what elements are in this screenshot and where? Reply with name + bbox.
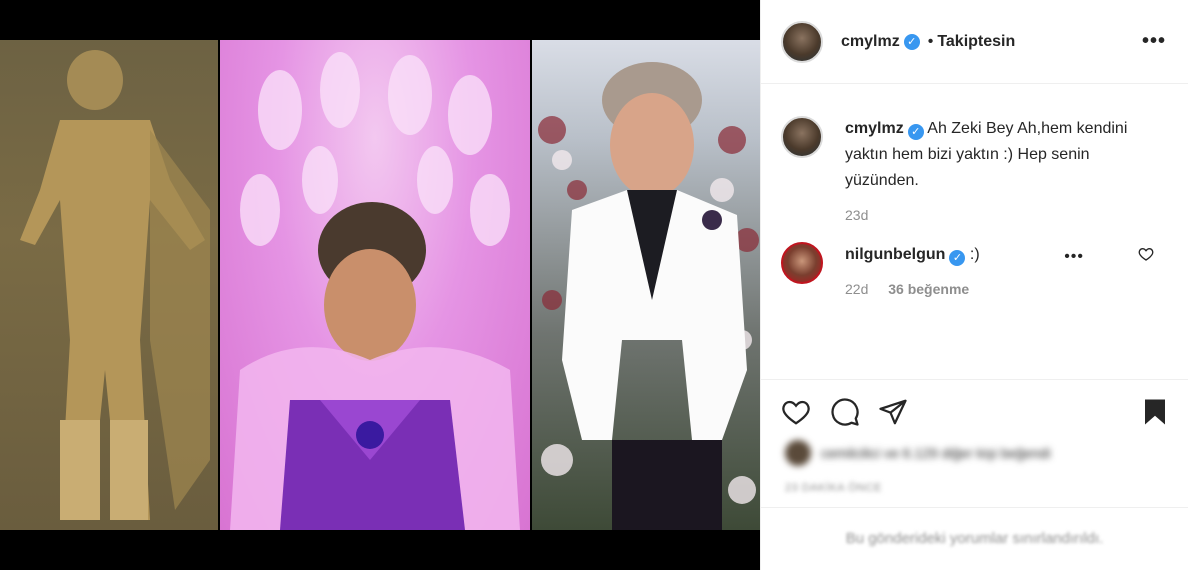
footer-divider [761, 507, 1188, 508]
author-avatar[interactable] [781, 20, 823, 63]
following-status[interactable]: Takiptesin [937, 33, 1015, 51]
post-time: 23 DAKİKA ÖNCE [785, 482, 882, 494]
comment-text: :) [969, 246, 980, 263]
gold-costume-illustration [20, 50, 210, 520]
share-icon[interactable] [877, 397, 909, 427]
comment-more-options-icon[interactable]: ••• [1064, 248, 1084, 266]
caption-username[interactable]: cmylmz [845, 120, 904, 137]
comment-meta: 22d 36 beğenme [845, 280, 1135, 298]
comment-time: 22d [845, 281, 869, 297]
commenter-avatar[interactable] [781, 242, 823, 284]
comment-icon[interactable] [829, 397, 861, 427]
caption-meta: 23d [845, 206, 1135, 224]
more-options-icon[interactable]: ••• [1142, 30, 1166, 53]
caption-comment: cmylmz ✓ Ah Zeki Bey Ah,hem kendini yaktı… [781, 116, 1168, 224]
post-header: cmylmz ✓ • Takiptesin ••• [761, 0, 1188, 84]
heart-icon[interactable] [779, 397, 813, 427]
comment-likes[interactable]: 36 beğenme [888, 281, 969, 297]
verified-badge-icon: ✓ [949, 250, 966, 266]
separator-dot: • [927, 32, 934, 50]
caption-time: 23d [845, 207, 869, 223]
comment-item: nilgunbelgun ✓ :) 22d 36 beğenme ••• [781, 242, 1168, 298]
post-side-panel: cmylmz ✓ • Takiptesin ••• cmylmz ✓ Ah Zek… [760, 0, 1188, 570]
photo-pink-feathers [220, 40, 530, 530]
comments-list: cmylmz ✓ Ah Zeki Bey Ah,hem kendini yaktı… [761, 116, 1188, 298]
liker-avatar [785, 440, 811, 466]
verified-badge-icon: ✓ [903, 33, 920, 50]
bookmark-icon[interactable] [1140, 396, 1170, 428]
author-username[interactable]: cmylmz [841, 33, 900, 51]
verified-badge-icon: ✓ [907, 124, 924, 140]
photo-white-tuxedo [532, 40, 760, 530]
post-actions-bar [779, 392, 1170, 432]
post-media[interactable] [0, 0, 760, 570]
actions-divider [761, 379, 1188, 380]
caption-avatar[interactable] [781, 116, 823, 158]
white-tuxedo-illustration [538, 62, 759, 530]
comment-like-heart-icon[interactable] [1138, 246, 1154, 262]
photo-gold-costume [0, 40, 218, 530]
likes-summary[interactable]: cemilcilici ve 6.129 diğer kişi beğendi [785, 440, 1051, 466]
comments-restricted-note: Bu gönderideki yorumlar sınırlandırıldı. [845, 530, 1104, 547]
commenter-username[interactable]: nilgunbelgun [845, 246, 945, 263]
pink-feathers-illustration [230, 52, 520, 530]
likes-text: cemilcilici ve 6.129 diğer kişi beğendi [821, 445, 1051, 461]
